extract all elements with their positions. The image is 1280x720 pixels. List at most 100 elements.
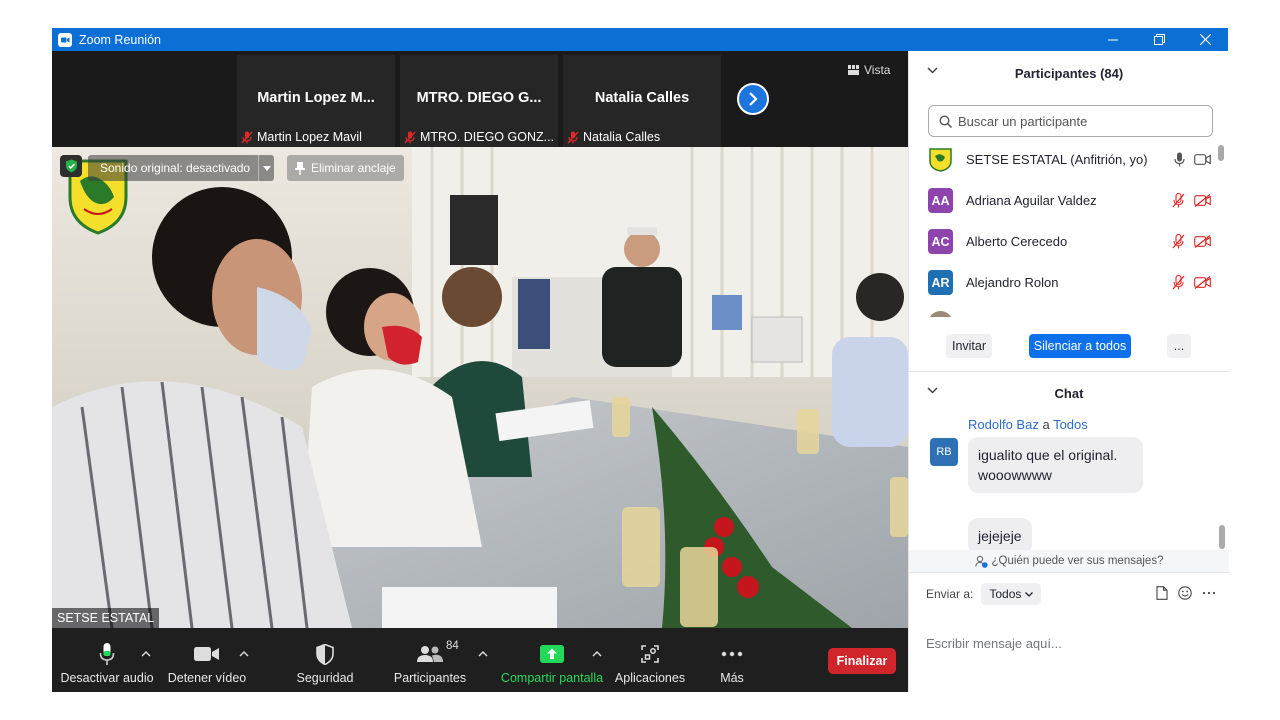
recipient-name[interactable]: Todos	[1053, 417, 1088, 432]
tile-name: Natalia Calles	[594, 90, 690, 106]
unpin-button[interactable]: Eliminar anclaje	[287, 155, 404, 181]
close-button[interactable]	[1182, 28, 1228, 51]
meeting-room-video-frame	[52, 147, 908, 628]
participant-list: SETSE ESTATAL (Anfitrión, yo) AA Adriana…	[909, 145, 1221, 317]
search-icon	[939, 114, 952, 128]
tile-label: Martin Lopez Mavil	[257, 130, 362, 144]
meeting-area: Martin Lopez M... Martin Lopez Mavil MTR…	[52, 51, 908, 692]
participant-photo-avatar	[928, 311, 953, 317]
side-panel: Participantes (84) Buscar un participant…	[908, 51, 1229, 692]
chat-title: Chat	[1054, 385, 1084, 401]
send-to-select[interactable]: Todos	[981, 583, 1042, 605]
end-meeting-button[interactable]: Finalizar	[828, 648, 896, 674]
participant-avatar: AA	[928, 188, 953, 213]
participant-strip: Martin Lopez M... Martin Lopez Mavil MTR…	[52, 51, 908, 147]
participants-button[interactable]: Participantes	[385, 628, 475, 692]
participant-row[interactable]: SETSE ESTATAL (Anfitrión, yo)	[909, 145, 1221, 180]
zoom-window: Zoom Reunión Martin Lopez M... Martin Lo…	[52, 28, 1229, 692]
next-page-button[interactable]	[737, 83, 769, 115]
video-off-icon[interactable]	[1194, 194, 1211, 207]
view-button[interactable]: Vista	[848, 63, 890, 77]
meeting-toolbar: Desactivar audio Detener vídeo Seguridad…	[52, 628, 908, 692]
participants-icon	[417, 646, 443, 662]
participant-row[interactable]: AR Alejandro Rolon	[909, 262, 1221, 303]
chevron-down-icon[interactable]	[927, 67, 938, 74]
video-off-icon[interactable]	[1194, 235, 1211, 248]
muted-mic-icon[interactable]	[1172, 275, 1185, 290]
tile-name: Martin Lopez M...	[257, 90, 375, 106]
more-options-icon[interactable]	[1202, 586, 1216, 600]
participant-search-input[interactable]: Buscar un participante	[928, 105, 1213, 137]
pin-icon	[295, 161, 305, 175]
section-divider	[909, 572, 1229, 573]
chat-scrollbar[interactable]	[1219, 419, 1225, 549]
participants-header: Participantes (84)	[909, 58, 1229, 88]
video-off-icon[interactable]	[1194, 276, 1211, 289]
participants-count-badge: 84	[446, 640, 459, 652]
send-to-label: Enviar a:	[926, 587, 974, 601]
who-can-see-label: ¿Quién puede ver sus mensajes?	[991, 555, 1164, 567]
participant-tile[interactable]: Natalia Calles Natalia Calles	[563, 55, 721, 147]
stop-video-button[interactable]: Detener vídeo	[162, 628, 252, 692]
participant-tile[interactable]: Martin Lopez M... Martin Lopez Mavil	[237, 55, 395, 147]
video-options-caret[interactable]	[238, 648, 250, 660]
participant-name: SETSE ESTATAL (Anfitrión, yo)	[966, 152, 1148, 167]
tile-name: MTRO. DIEGO G...	[416, 90, 542, 106]
participant-avatar: AR	[928, 270, 953, 295]
share-options-caret[interactable]	[591, 648, 603, 660]
microphone-icon[interactable]	[1174, 152, 1185, 167]
chevron-down-icon	[1025, 591, 1034, 597]
mute-all-button[interactable]: Silenciar a todos	[1029, 334, 1131, 358]
muted-mic-icon[interactable]	[1172, 193, 1185, 208]
encryption-shield-icon[interactable]	[60, 155, 82, 177]
participants-options-caret[interactable]	[477, 648, 489, 660]
participant-row[interactable]: AA Adriana Aguilar Valdez	[909, 180, 1221, 221]
video-camera-icon[interactable]	[1194, 154, 1211, 165]
chat-message[interactable]: jejejeje	[968, 518, 1032, 554]
security-button[interactable]: Seguridad	[280, 628, 370, 692]
participant-row[interactable]: AC Alberto Cerecedo	[909, 221, 1221, 262]
setse-logo-avatar	[928, 147, 953, 172]
chevron-right-icon	[749, 92, 758, 106]
restore-button[interactable]	[1136, 28, 1182, 51]
chevron-down-icon[interactable]	[927, 387, 938, 394]
speaker-name-tag: SETSE ESTATAL	[52, 608, 160, 628]
tile-label: MTRO. DIEGO GONZ...	[420, 130, 555, 144]
original-sound-label: Sonido original: desactivado	[100, 161, 251, 175]
sender-name[interactable]: Rodolfo Baz	[968, 417, 1039, 432]
security-label: Seguridad	[296, 671, 354, 685]
audio-options-caret[interactable]	[140, 648, 152, 660]
tile-label: Natalia Calles	[583, 130, 661, 144]
user-info-icon	[974, 555, 988, 568]
send-to-value: Todos	[989, 587, 1022, 601]
message-line: jejejeje	[978, 528, 1022, 544]
sender-avatar: RB	[930, 438, 958, 466]
mute-audio-button[interactable]: Desactivar audio	[60, 628, 154, 692]
active-speaker-video[interactable]: Sonido original: desactivado Eliminar an…	[52, 147, 908, 628]
share-screen-button[interactable]: Compartir pantalla	[500, 628, 604, 692]
participant-list-scrollbar[interactable]	[1218, 145, 1224, 317]
muted-mic-icon[interactable]	[1172, 234, 1185, 249]
invite-button[interactable]: Invitar	[946, 334, 992, 358]
file-icon[interactable]	[1156, 586, 1168, 600]
microphone-icon	[99, 643, 115, 665]
more-label: Más	[720, 671, 744, 685]
chevron-down-icon[interactable]	[258, 155, 274, 181]
participant-avatar: AC	[928, 229, 953, 254]
zoom-app-icon	[58, 32, 72, 47]
minimize-button[interactable]	[1090, 28, 1136, 51]
participant-tile[interactable]: MTRO. DIEGO G... MTRO. DIEGO GONZ...	[400, 55, 558, 147]
participants-more-button[interactable]: ...	[1167, 334, 1191, 358]
more-dots-icon	[721, 651, 743, 657]
chat-message-input[interactable]: Escribir mensaje aquí...	[926, 636, 1216, 651]
apps-button[interactable]: Aplicaciones	[605, 628, 695, 692]
share-screen-icon	[540, 645, 564, 663]
participant-row-partial[interactable]	[909, 303, 1221, 317]
participant-name: Adriana Aguilar Valdez	[966, 193, 1097, 208]
more-button[interactable]: Más	[702, 628, 762, 692]
original-sound-toggle[interactable]: Sonido original: desactivado	[88, 155, 275, 181]
who-can-see-messages-link[interactable]: ¿Quién puede ver sus mensajes?	[909, 550, 1229, 572]
emoji-icon[interactable]	[1178, 586, 1192, 600]
share-screen-label: Compartir pantalla	[500, 671, 604, 685]
chat-message[interactable]: igualito que el original. wooowwww	[968, 437, 1143, 493]
